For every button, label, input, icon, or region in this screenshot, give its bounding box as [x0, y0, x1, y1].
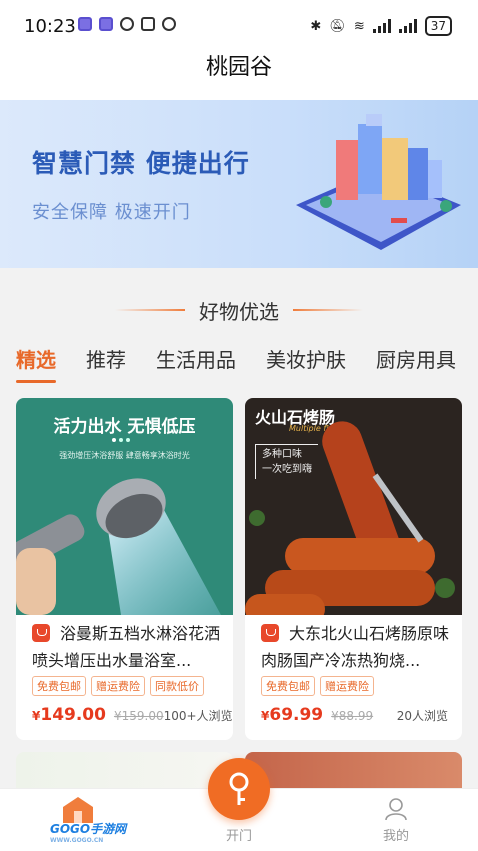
city-illustration: [296, 114, 461, 250]
banner-title: 智慧门禁 便捷出行: [32, 149, 250, 178]
product-image: 活力出水 无惧低压 强劲增压沐浴舒服 肆意畅享沐浴时光: [16, 398, 233, 615]
wifi-icon: ≋: [353, 18, 365, 34]
mute-icon: 🔕︎: [329, 18, 346, 34]
price-row: ¥ 69.99 ¥88.99 20人浏览: [261, 705, 448, 725]
price-row: ¥ 149.00 ¥159.00 100+人浏览: [32, 705, 233, 725]
product-card-peek[interactable]: [245, 752, 462, 792]
tag-shipping-insurance: 赠运费险: [91, 676, 145, 696]
product-card-peek[interactable]: [16, 752, 233, 792]
product-title: 大东北火山石烤肠原味肉肠国产冷冻热狗烧...: [261, 624, 450, 670]
current-price: 69.99: [269, 705, 324, 725]
currency-symbol: ¥: [32, 709, 41, 723]
product-card[interactable]: 活力出水 无惧低压 强劲增压沐浴舒服 肆意畅享沐浴时光 浴曼斯五档水淋浴花洒喷头…: [16, 398, 233, 740]
signal-icon: [398, 19, 417, 33]
tag-free-shipping: 免费包邮: [261, 676, 315, 696]
tab-daily-goods[interactable]: 生活用品: [156, 344, 236, 373]
tag-shipping-insurance: 赠运费险: [320, 676, 374, 696]
alarm-icon: [162, 17, 176, 31]
key-icon: [229, 772, 249, 805]
shower-head-illustration: [16, 478, 221, 615]
original-price: ¥159.00: [113, 709, 164, 723]
tab-featured[interactable]: 精选: [16, 344, 56, 383]
sausage-illustration: [245, 421, 455, 615]
original-price: ¥88.99: [331, 709, 374, 723]
system-icons: ✱ 🔕︎ ≋ 37: [310, 16, 452, 36]
promo-banner[interactable]: 智慧门禁 便捷出行 安全保障 极速开门: [0, 100, 478, 268]
currency-symbol: ¥: [261, 709, 270, 723]
status-time: 10:23: [24, 16, 76, 37]
app-notification-icon: [99, 17, 113, 31]
section-header: 好物优选: [0, 296, 478, 324]
product-card[interactable]: 火山石烤肠 Multiple flavors 多种口味 一次吃到嗨 大东北火山石…: [245, 398, 462, 740]
app-bar: 桃园谷: [0, 52, 478, 100]
speed-icon: [120, 17, 134, 31]
view-count: 20人浏览: [396, 709, 448, 723]
status-bar: 10:23 ✱ 🔕︎ ≋ 37: [0, 0, 478, 52]
nav-mine-label: 我的: [382, 829, 409, 844]
signal-icon: [372, 19, 391, 33]
shop-icon: [32, 624, 50, 642]
section-title: 好物优选: [199, 299, 279, 324]
divider: [115, 309, 185, 311]
view-count: 100+人浏览: [163, 709, 233, 723]
tab-kitchen[interactable]: 厨房用具: [376, 344, 456, 373]
nfc-icon: [141, 17, 155, 31]
tag-free-shipping: 免费包邮: [32, 676, 86, 696]
product-tags: 免费包邮 赠运费险 同款低价: [32, 676, 204, 696]
category-tabs: 精选 推荐 生活用品 美妆护肤 厨房用具: [16, 344, 456, 383]
user-icon: [385, 798, 407, 821]
tab-beauty[interactable]: 美妆护肤: [266, 344, 346, 373]
watermark-logo: GOGO手游网 WWW.GOGO.CN: [50, 822, 127, 844]
product-image: 火山石烤肠 Multiple flavors 多种口味 一次吃到嗨: [245, 398, 462, 615]
bluetooth-icon: ✱: [310, 18, 322, 34]
open-door-button[interactable]: [208, 758, 270, 820]
app-notification-icon: [78, 17, 92, 31]
nav-open-label: 开门: [225, 829, 252, 844]
banner-subtitle: 安全保障 极速开门: [32, 202, 191, 223]
nav-mine[interactable]: 我的: [366, 789, 426, 851]
current-price: 149.00: [40, 705, 106, 725]
product-tags: 免费包邮 赠运费险: [261, 676, 374, 696]
page-title: 桃园谷: [205, 55, 272, 80]
notification-icons: [78, 17, 176, 31]
tab-recommended[interactable]: 推荐: [86, 344, 126, 373]
divider: [293, 309, 363, 311]
product-title: 浴曼斯五档水淋浴花洒喷头增压出水量浴室...: [32, 624, 221, 670]
battery-icon: 37: [424, 16, 452, 36]
shop-icon: [261, 624, 279, 642]
tag-low-price: 同款低价: [150, 676, 204, 696]
